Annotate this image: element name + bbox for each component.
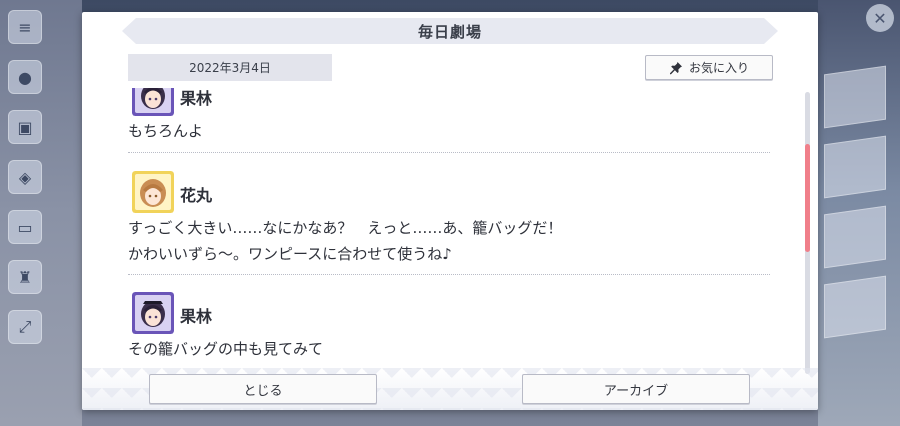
scrollbar-thumb[interactable] — [805, 144, 810, 252]
speaker-name: 果林 — [180, 307, 213, 326]
background-right-button — [824, 275, 886, 339]
message-divider — [128, 274, 770, 275]
background-right-button — [824, 135, 886, 199]
message-item: 果林 その籠バッグの中も見てみて — [128, 292, 770, 362]
message-item: 花丸 すっごく大きい……なにかなあ？ えっと……あ、籠バッグだ！ かわいいずら〜… — [128, 171, 770, 267]
conversation-log[interactable]: 果林 もちろんよ 花丸 すっごく大きい……なにかなあ？ えっと……あ、籠バッグだ… — [128, 88, 770, 370]
message-divider — [128, 152, 770, 153]
speaker-name: 果林 — [180, 89, 213, 108]
trophy-icon: ♜ — [8, 260, 42, 294]
daily-theater-dialog: 毎日劇場 2022年3月4日 お気に入り 果林 もちろんよ 花丸 すっごく大きい… — [82, 12, 818, 410]
expand-icon: ⤢ — [8, 310, 42, 344]
dialog-title: 毎日劇場 — [417, 22, 482, 41]
message-text: その籠バッグの中も見てみて — [128, 340, 324, 358]
date-text: 2022年3月4日 — [189, 61, 271, 75]
karin-avatar — [132, 292, 174, 334]
hanamaru-avatar — [132, 171, 174, 213]
background-close-icon: ✕ — [866, 4, 894, 32]
background-right-button — [824, 205, 886, 269]
pin-icon — [669, 61, 682, 74]
message-text: かわいいずら〜。ワンピースに合わせて使うね♪ — [128, 245, 452, 263]
monitor-icon: ▭ — [8, 210, 42, 244]
menu-icon: ≡ — [8, 10, 42, 44]
message-text: もちろんよ — [128, 122, 204, 140]
speaker-name: 花丸 — [180, 186, 213, 205]
karin-avatar — [132, 88, 174, 116]
date-label: 2022年3月4日 — [128, 54, 332, 81]
favorite-button[interactable]: お気に入り — [645, 55, 773, 80]
title-bar: 毎日劇場 — [122, 18, 778, 44]
message-item: 果林 もちろんよ — [128, 88, 770, 144]
message-text: すっごく大きい……なにかなあ？ えっと……あ、籠バッグだ！ — [128, 219, 563, 237]
close-button[interactable]: とじる — [149, 374, 377, 404]
chat-icon: ● — [8, 60, 42, 94]
gift-icon: ◈ — [8, 160, 42, 194]
shop-icon: ▣ — [8, 110, 42, 144]
archive-button[interactable]: アーカイブ — [522, 374, 750, 404]
favorite-label: お気に入り — [688, 61, 749, 75]
background-right-button — [824, 65, 886, 129]
